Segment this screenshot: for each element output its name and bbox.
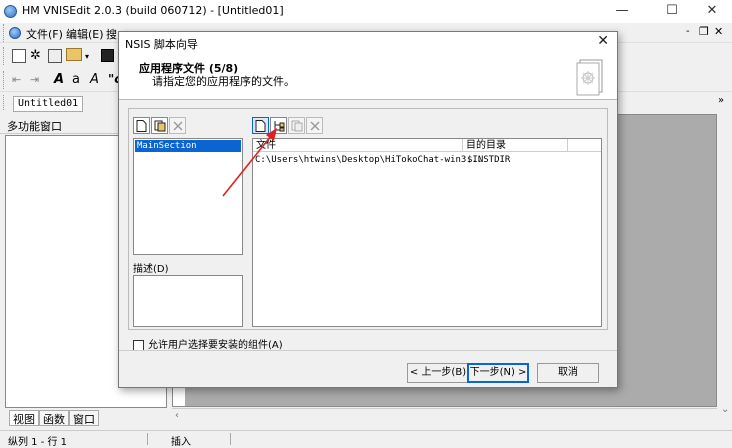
edit-file-button[interactable] xyxy=(288,117,305,134)
section-item-mainsection[interactable]: MainSection xyxy=(135,140,241,152)
edit-pages-icon xyxy=(291,120,302,131)
doc-icon[interactable] xyxy=(9,27,21,39)
menu-file[interactable]: 文件(F) xyxy=(26,26,63,42)
dialog-title: NSIS 脚本向导 xyxy=(125,38,198,51)
cancel-button[interactable]: 取消 xyxy=(537,363,599,383)
new-file-icon xyxy=(255,119,266,132)
statusbar: 纵列 1 - 行 1 插入 xyxy=(0,430,732,448)
destination-cell: $INSTDIR xyxy=(467,155,511,165)
window-title: HM VNISEdit 2.0.3 (build 060712) - [Unti… xyxy=(22,4,284,17)
status-separator xyxy=(147,433,148,445)
wizard-step-subheading: 请指定您的应用程序的文件。 xyxy=(152,75,295,88)
file-path-cell: C:\Users\htwins\Desktop\HiTokoChat-win3.… xyxy=(255,155,483,165)
mdi-restore-button[interactable]: ❐ xyxy=(699,25,709,38)
mdi-close-button[interactable]: ✕ xyxy=(714,25,723,38)
directory-tree-icon xyxy=(274,120,284,131)
checkbox-box[interactable] xyxy=(133,339,144,351)
indent-icon[interactable]: ⇤ xyxy=(12,73,21,86)
toolbar-grip[interactable] xyxy=(3,24,6,42)
close-button[interactable]: ✕ xyxy=(690,0,732,23)
app-icon xyxy=(4,5,17,18)
status-separator xyxy=(230,433,231,445)
tab-untitled01[interactable]: Untitled01 xyxy=(13,96,84,112)
file-list[interactable]: 文件 目的目录 C:\Users\htwins\Desktop\HiTokoCh… xyxy=(252,138,602,327)
open-folder-icon[interactable] xyxy=(66,48,82,61)
column-header-file[interactable]: 文件 xyxy=(253,139,463,152)
delete-section-button[interactable] xyxy=(169,117,186,134)
tab-windows[interactable]: 窗口 xyxy=(69,410,99,426)
wizard-icon[interactable]: ✲ xyxy=(30,48,41,63)
toggle-case-icon[interactable]: A xyxy=(90,72,99,87)
outdent-icon[interactable]: ⇥ xyxy=(30,73,39,86)
section-list[interactable]: MainSection xyxy=(133,138,243,255)
delete-icon xyxy=(310,121,319,130)
side-panel-title: 多功能窗口 xyxy=(7,120,62,133)
minimize-button[interactable]: — xyxy=(600,0,644,23)
footer-divider xyxy=(119,350,617,351)
new-file-icon[interactable] xyxy=(12,49,26,63)
dialog-header: 应用程序文件 (5/8) 请指定您的应用程序的文件。 xyxy=(119,52,617,100)
description-box[interactable] xyxy=(133,275,243,327)
tab-view[interactable]: 视图 xyxy=(9,410,39,426)
window-titlebar: HM VNISEdit 2.0.3 (build 060712) - [Unti… xyxy=(0,0,732,23)
dialog-close-button[interactable]: ✕ xyxy=(597,33,609,49)
delete-icon xyxy=(173,121,182,130)
allow-components-checkbox[interactable]: 允许用户选择要安装的组件(A) xyxy=(133,336,283,351)
toolbar-grip[interactable] xyxy=(3,71,6,89)
mdi-minimize-button[interactable]: - xyxy=(686,26,690,37)
add-directory-tree-button[interactable] xyxy=(270,117,287,134)
menu-edit[interactable]: 编辑(E) xyxy=(66,26,104,42)
installer-package-icon xyxy=(576,59,603,96)
chevron-down-icon[interactable]: ▾ xyxy=(85,52,89,61)
toolbar-grip[interactable] xyxy=(3,95,6,110)
edit-pages-icon xyxy=(154,120,165,131)
edit-section-button[interactable] xyxy=(151,117,168,134)
lowercase-icon[interactable]: a xyxy=(72,72,80,87)
back-button[interactable]: < 上一步(B) xyxy=(407,363,469,383)
tab-functions[interactable]: 函数 xyxy=(39,410,69,426)
toolbar-grip[interactable] xyxy=(3,47,6,65)
save-icon[interactable] xyxy=(101,49,114,62)
next-button[interactable]: 下一步(N) > xyxy=(467,363,529,383)
nsis-wizard-dialog: NSIS 脚本向导 ✕ 应用程序文件 (5/8) 请指定您的应用程序的文件。 M… xyxy=(118,31,618,388)
scroll-left-icon[interactable]: ‹ xyxy=(175,410,179,421)
vertical-scrollbar[interactable]: ⌄ xyxy=(717,114,732,425)
description-label: 描述(D) xyxy=(133,264,169,275)
new-page-icon xyxy=(136,119,147,132)
maximize-button[interactable]: ☐ xyxy=(650,0,694,23)
add-file-button[interactable] xyxy=(252,117,269,134)
uppercase-icon[interactable]: A xyxy=(54,72,64,87)
template-icon[interactable] xyxy=(48,49,62,63)
column-header-destination[interactable]: 目的目录 xyxy=(463,139,568,152)
file-list-header: 文件 目的目录 xyxy=(253,139,601,152)
tabs-overflow-button[interactable]: » xyxy=(718,95,724,106)
side-panel-tabs: 视图 函数 窗口 xyxy=(5,409,167,427)
dialog-titlebar: NSIS 脚本向导 ✕ xyxy=(119,32,617,52)
add-section-button[interactable] xyxy=(133,117,150,134)
horizontal-scrollbar[interactable]: ‹ xyxy=(172,408,717,425)
menu-search[interactable]: 搜 xyxy=(106,26,117,42)
scroll-down-icon[interactable]: ⌄ xyxy=(721,404,729,415)
delete-file-button[interactable] xyxy=(306,117,323,134)
